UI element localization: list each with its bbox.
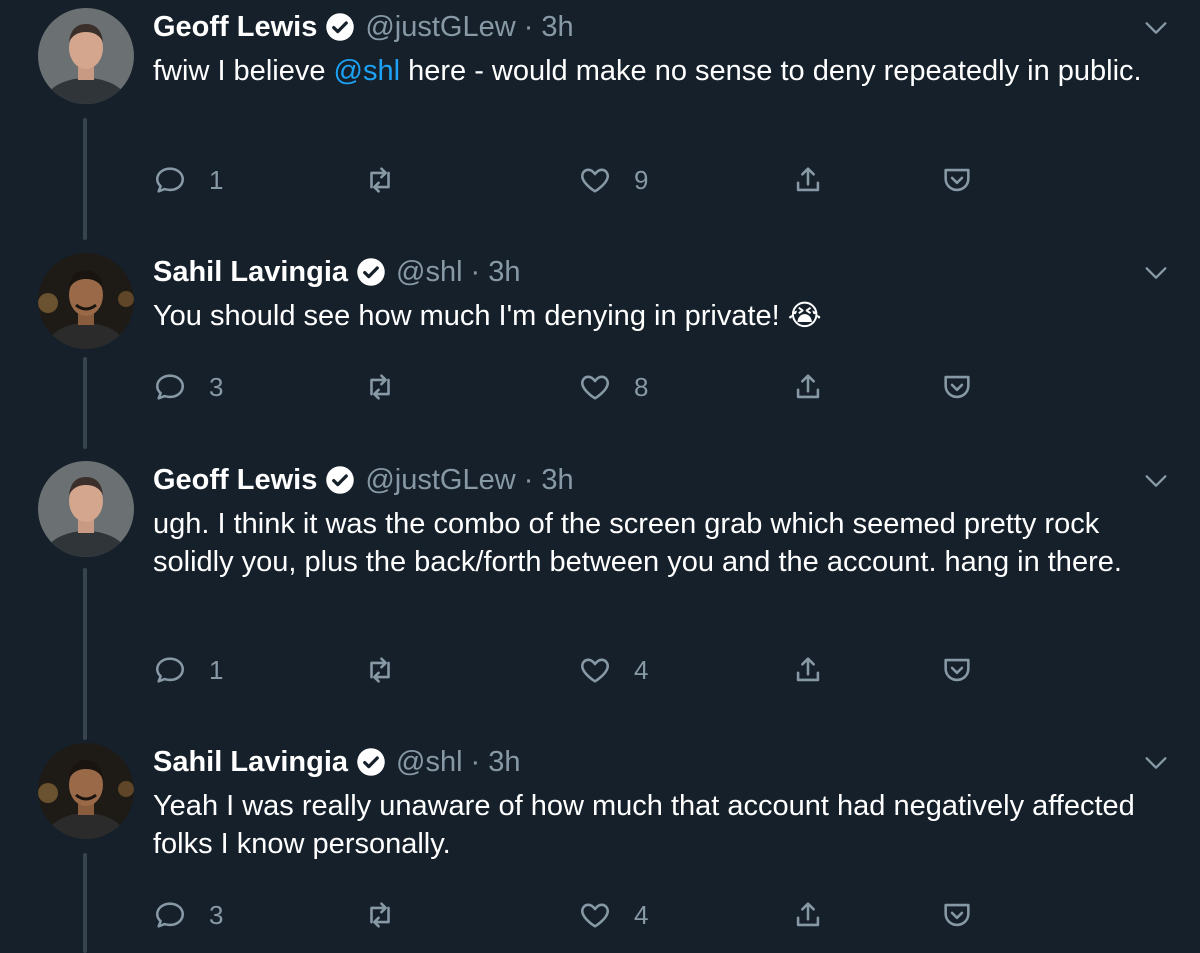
bookmark-button[interactable] bbox=[940, 895, 974, 935]
author-handle[interactable]: @shl bbox=[396, 256, 463, 289]
timestamp[interactable]: 3h bbox=[541, 464, 573, 497]
verified-badge-icon bbox=[326, 13, 355, 41]
reply-count: 1 bbox=[209, 654, 224, 685]
heart-icon bbox=[581, 903, 609, 928]
reply-count: 3 bbox=[209, 899, 224, 930]
reply-button[interactable]: 3 bbox=[153, 895, 223, 935]
reply-icon bbox=[155, 167, 185, 193]
reply-icon bbox=[155, 902, 185, 928]
tweet-header: Geoff Lewis @justGLew · 3h bbox=[153, 10, 574, 44]
chevron-down-icon[interactable] bbox=[1142, 14, 1170, 42]
like-count: 4 bbox=[634, 899, 649, 930]
author-handle[interactable]: @justGLew bbox=[365, 464, 515, 497]
separator-dot: · bbox=[470, 255, 481, 288]
tweet-text: fwiw I believe @shl here - would make no… bbox=[153, 52, 1183, 90]
retweet-icon bbox=[370, 374, 390, 400]
reply-button[interactable]: 1 bbox=[153, 160, 223, 200]
share-icon bbox=[796, 374, 820, 399]
tweet-actions: 3 4 bbox=[153, 895, 1183, 935]
share-button[interactable] bbox=[791, 367, 825, 407]
chevron-down-icon[interactable] bbox=[1142, 259, 1170, 287]
pocket-icon bbox=[944, 903, 970, 927]
thread-line bbox=[83, 118, 87, 240]
timestamp[interactable]: 3h bbox=[488, 746, 520, 779]
thread-line bbox=[83, 568, 87, 740]
bookmark-button[interactable] bbox=[940, 650, 974, 690]
separator-dot: · bbox=[523, 10, 534, 43]
share-button[interactable] bbox=[791, 895, 825, 935]
reply-icon bbox=[155, 657, 185, 683]
pocket-icon bbox=[944, 375, 970, 399]
share-icon bbox=[796, 167, 820, 192]
tweet-text: ugh. I think it was the combo of the scr… bbox=[153, 508, 1122, 578]
tweet-header: Sahil Lavingia @shl · 3h bbox=[153, 745, 520, 779]
pocket-icon bbox=[944, 658, 970, 682]
author-name[interactable]: Geoff Lewis bbox=[153, 11, 317, 44]
like-button[interactable]: 4 bbox=[578, 895, 648, 935]
pocket-icon bbox=[944, 168, 970, 192]
heart-icon bbox=[581, 658, 609, 683]
separator-dot: · bbox=[470, 745, 481, 778]
tweet-header: Sahil Lavingia @shl · 3h bbox=[153, 255, 520, 289]
verified-badge-icon bbox=[357, 258, 385, 286]
author-name[interactable]: Geoff Lewis bbox=[153, 464, 317, 497]
reply-button[interactable]: 1 bbox=[153, 650, 223, 690]
like-count: 4 bbox=[634, 654, 649, 685]
chevron-down-icon[interactable] bbox=[1142, 467, 1170, 495]
bookmark-button[interactable] bbox=[940, 160, 974, 200]
retweet-icon bbox=[370, 167, 390, 193]
tweet-actions: 3 8 bbox=[153, 367, 1183, 407]
tweet-text: You should see how much I'm denying in p… bbox=[153, 300, 822, 332]
bookmark-button[interactable] bbox=[940, 367, 974, 407]
tweet-actions: 1 9 bbox=[153, 160, 1183, 200]
tweet-text-start: fwiw I believe bbox=[153, 55, 334, 87]
avatar[interactable] bbox=[38, 8, 134, 104]
retweet-button[interactable] bbox=[363, 650, 419, 690]
avatar[interactable] bbox=[38, 743, 134, 839]
author-handle[interactable]: @justGLew bbox=[365, 11, 515, 44]
like-count: 8 bbox=[634, 371, 649, 402]
heart-icon bbox=[581, 375, 609, 400]
tweet-text-end: here - would make no sense to deny repea… bbox=[400, 55, 1142, 87]
author-name[interactable]: Sahil Lavingia bbox=[153, 746, 348, 779]
retweet-button[interactable] bbox=[363, 367, 419, 407]
thread-line bbox=[83, 357, 87, 449]
retweet-button[interactable] bbox=[363, 895, 419, 935]
avatar[interactable] bbox=[38, 253, 134, 349]
heart-icon bbox=[581, 168, 609, 193]
timestamp[interactable]: 3h bbox=[488, 256, 520, 289]
share-icon bbox=[796, 902, 820, 927]
retweet-button[interactable] bbox=[363, 160, 419, 200]
tweet-text: Yeah I was really unaware of how much th… bbox=[153, 790, 1135, 860]
reply-icon bbox=[155, 374, 185, 400]
reply-count: 3 bbox=[209, 371, 224, 402]
avatar[interactable] bbox=[38, 461, 134, 557]
like-count: 9 bbox=[634, 164, 649, 195]
timestamp[interactable]: 3h bbox=[541, 11, 573, 44]
like-button[interactable]: 9 bbox=[578, 160, 648, 200]
tweet-actions: 1 4 bbox=[153, 650, 1183, 690]
tweet-header: Geoff Lewis @justGLew · 3h bbox=[153, 463, 574, 497]
share-icon bbox=[796, 657, 820, 682]
chevron-down-icon[interactable] bbox=[1142, 749, 1170, 777]
mention-link[interactable]: @shl bbox=[334, 55, 401, 87]
author-name[interactable]: Sahil Lavingia bbox=[153, 256, 348, 289]
retweet-icon bbox=[370, 657, 390, 683]
thread-line bbox=[83, 853, 87, 953]
like-button[interactable]: 4 bbox=[578, 650, 648, 690]
retweet-icon bbox=[370, 902, 390, 928]
verified-badge-icon bbox=[326, 466, 355, 494]
reply-count: 1 bbox=[209, 164, 224, 195]
author-handle[interactable]: @shl bbox=[396, 746, 463, 779]
like-button[interactable]: 8 bbox=[578, 367, 648, 407]
share-button[interactable] bbox=[791, 160, 825, 200]
reply-button[interactable]: 3 bbox=[153, 367, 223, 407]
separator-dot: · bbox=[523, 463, 534, 496]
share-button[interactable] bbox=[791, 650, 825, 690]
verified-badge-icon bbox=[357, 748, 385, 776]
